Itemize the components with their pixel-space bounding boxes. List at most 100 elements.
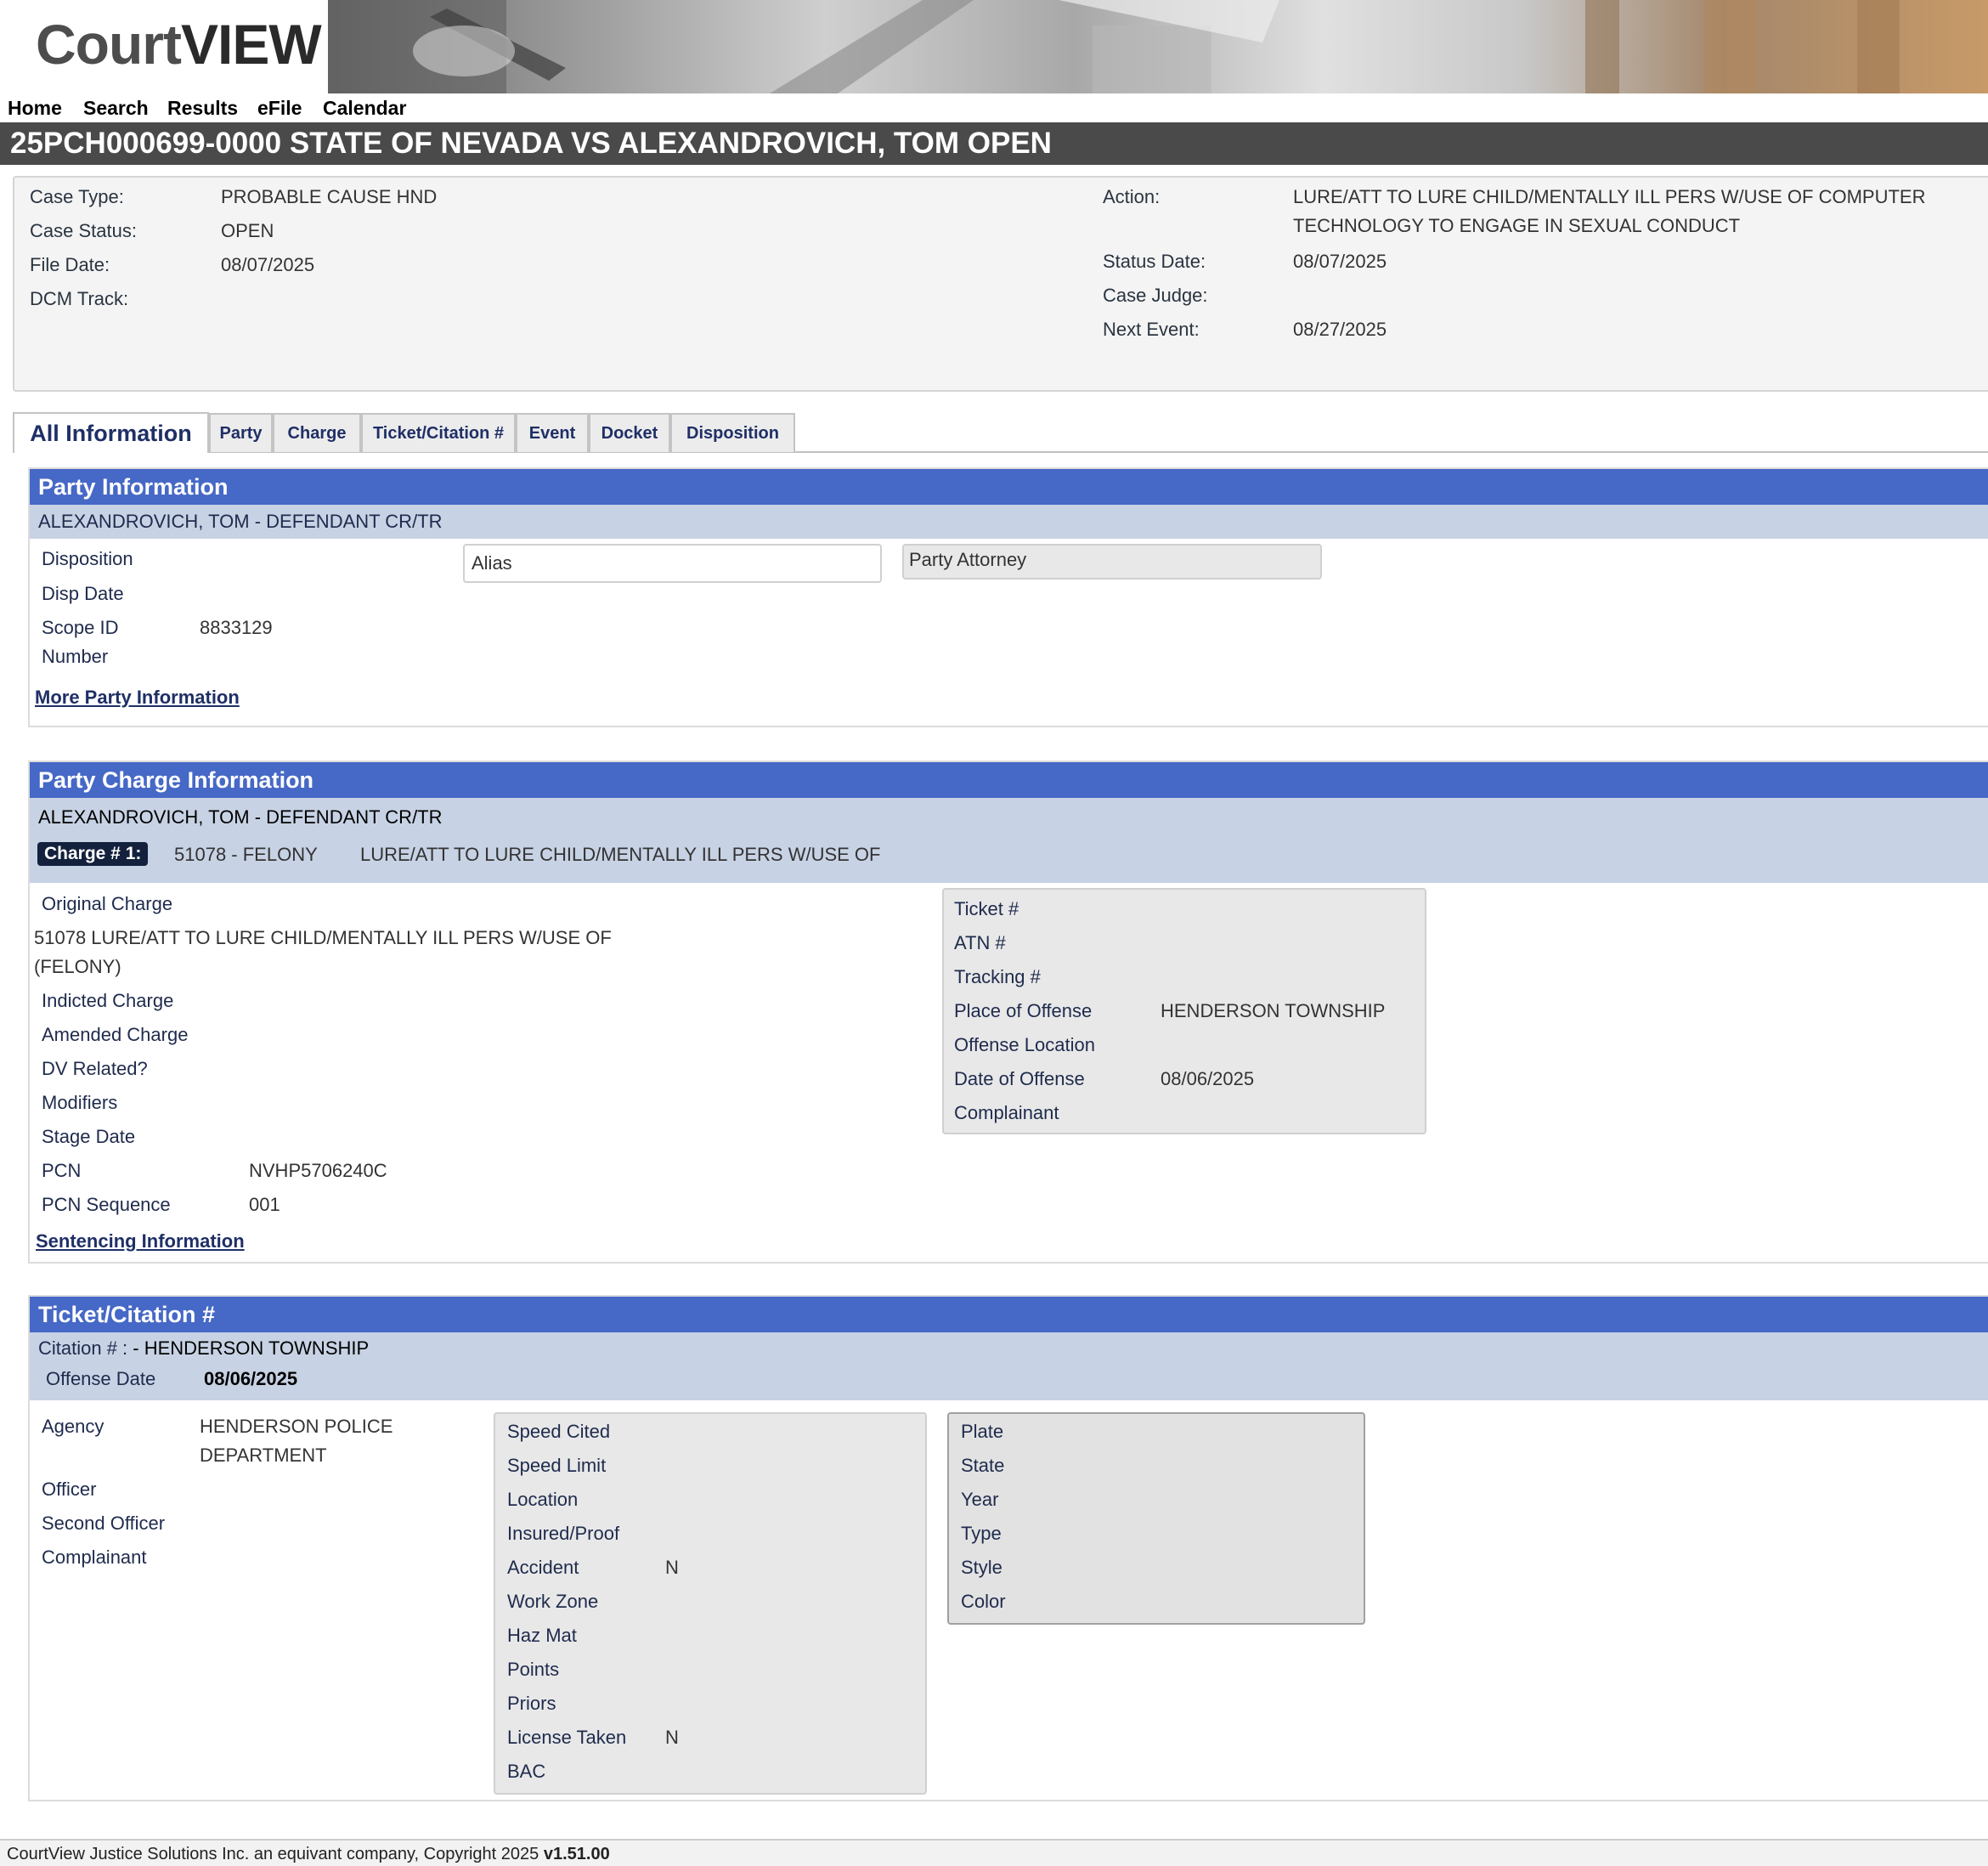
main-nav: Home Search Results eFile Calendar (0, 93, 1988, 122)
agency-label: Agency (42, 1416, 104, 1437)
alias-label: Alias (472, 552, 512, 574)
case-title: 25PCH000699-0000 STATE OF NEVADA VS ALEX… (10, 127, 1052, 160)
insured-proof-label: Insured/Proof (507, 1523, 620, 1544)
tab-ticket-citation[interactable]: Ticket/Citation # (361, 413, 516, 452)
place-of-offense-label: Place of Offense (954, 1000, 1093, 1021)
citation-place: - HENDERSON TOWNSHIP (133, 1337, 370, 1359)
footer-copyright: CourtView Justice Solutions Inc. an equi… (7, 1845, 610, 1864)
case-summary: Case Type: PROBABLE CAUSE HND Case Statu… (13, 176, 1988, 392)
complainant-label: Complainant (42, 1547, 147, 1568)
disposition-label: Disposition (42, 548, 133, 569)
more-party-information-link[interactable]: More Party Information (35, 687, 240, 709)
amended-charge-label: Amended Charge (42, 1024, 189, 1045)
action-value-line2: TECHNOLOGY TO ENGAGE IN SEXUAL CONDUCT (1293, 215, 1741, 236)
nav-calendar[interactable]: Calendar (323, 97, 406, 120)
party-attorney-label: Party Attorney (909, 549, 1027, 570)
original-charge-value-line1: 51078 LURE/ATT TO LURE CHILD/MENTALLY IL… (34, 927, 612, 948)
section-heading: Party Information (30, 469, 1988, 505)
charge-code: 51078 - FELONY (174, 844, 318, 865)
nav-efile[interactable]: eFile (257, 97, 302, 120)
date-of-offense-label: Date of Offense (954, 1068, 1085, 1089)
logo-container: CourtVIEW (0, 0, 328, 93)
indicted-charge-label: Indicted Charge (42, 990, 174, 1011)
citation-number-line: Citation # : - HENDERSON TOWNSHIP (38, 1337, 369, 1360)
offense-details-panel: Ticket # ATN # Tracking # Place of Offen… (942, 888, 1426, 1134)
status-date-label: Status Date: (1103, 251, 1206, 272)
footer-version: v1.51.00 (543, 1845, 610, 1863)
date-of-offense-value: 08/06/2025 (1161, 1068, 1255, 1089)
disp-date-label: Disp Date (42, 583, 124, 604)
offense-date-label: Offense Date (46, 1368, 156, 1389)
party-name: ALEXANDROVICH, TOM (38, 511, 250, 532)
next-event-label: Next Event: (1103, 319, 1200, 340)
stage-date-label: Stage Date (42, 1126, 136, 1147)
case-title-bar: 25PCH000699-0000 STATE OF NEVADA VS ALEX… (0, 122, 1988, 165)
license-taken-label: License Taken (507, 1727, 627, 1748)
atn-label: ATN # (954, 932, 1006, 953)
scope-id-label-2: Number (42, 646, 109, 667)
original-charge-label: Original Charge (42, 893, 173, 914)
charge-party-name-role: ALEXANDROVICH, TOM - DEFENDANT CR/TR (38, 806, 443, 828)
file-date-value: 08/07/2025 (221, 254, 315, 275)
nav-home[interactable]: Home (8, 97, 62, 120)
vehicle-details-panel: Plate State Year Type Style Color (947, 1412, 1365, 1625)
tab-party[interactable]: Party (209, 413, 273, 452)
officer-label: Officer (42, 1479, 97, 1500)
accident-value: N (665, 1557, 679, 1578)
header: CourtVIEW (0, 0, 1988, 93)
status-date-value: 08/07/2025 (1293, 251, 1387, 272)
tab-all-information[interactable]: All Information (13, 412, 209, 453)
next-event-value: 08/27/2025 (1293, 319, 1387, 340)
ticket-citation-section: Ticket/Citation # Citation # : - HENDERS… (28, 1295, 1988, 1801)
citation-number-label: Citation # : (38, 1337, 133, 1359)
tab-event[interactable]: Event (516, 413, 589, 452)
work-zone-label: Work Zone (507, 1591, 599, 1612)
sentencing-information-link[interactable]: Sentencing Information (36, 1230, 245, 1252)
header-banner-image (328, 0, 1988, 93)
speed-cited-label: Speed Cited (507, 1421, 611, 1442)
location-label: Location (507, 1489, 579, 1510)
footer: CourtView Justice Solutions Inc. an equi… (0, 1839, 1988, 1866)
action-value-line1: LURE/ATT TO LURE CHILD/MENTALLY ILL PERS… (1293, 186, 1926, 207)
style-label: Style (961, 1557, 1002, 1578)
state-label: State (961, 1455, 1005, 1476)
violation-details-panel: Speed Cited Speed Limit Location Insured… (494, 1412, 927, 1795)
citation-subheader: Citation # : - HENDERSON TOWNSHIP Offens… (30, 1332, 1988, 1400)
pcn-sequence-value: 001 (249, 1194, 280, 1215)
case-judge-label: Case Judge: (1103, 285, 1208, 306)
case-tabs: All Information Party Charge Ticket/Cita… (13, 412, 1988, 453)
party-charge-section: Party Charge Information ALEXANDROVICH, … (28, 761, 1988, 1264)
party-role: - DEFENDANT CR/TR (249, 511, 443, 532)
nav-results[interactable]: Results (167, 97, 238, 120)
section-heading: Ticket/Citation # (30, 1297, 1988, 1332)
place-of-offense-value: HENDERSON TOWNSHIP (1161, 1000, 1386, 1021)
dv-related-label: DV Related? (42, 1058, 148, 1079)
agency-value-line2: DEPARTMENT (200, 1445, 327, 1466)
party-role: - DEFENDANT CR/TR (249, 806, 443, 828)
party-name-role: ALEXANDROVICH, TOM - DEFENDANT CR/TR (38, 511, 443, 533)
case-status-label: Case Status: (30, 220, 137, 241)
nav-search[interactable]: Search (83, 97, 149, 120)
party-attorney-box: Party Attorney (902, 544, 1322, 580)
bac-label: BAC (507, 1761, 546, 1782)
case-type-value: PROBABLE CAUSE HND (221, 186, 438, 207)
haz-mat-label: Haz Mat (507, 1625, 577, 1646)
ticket-number-label: Ticket # (954, 898, 1019, 919)
pcn-value: NVHP5706240C (249, 1160, 387, 1181)
party-name: ALEXANDROVICH, TOM (38, 806, 250, 828)
tracking-number-label: Tracking # (954, 966, 1041, 987)
charge-number-badge: Charge # 1: (37, 842, 149, 866)
priors-label: Priors (507, 1693, 556, 1714)
section-heading: Party Charge Information (30, 762, 1988, 798)
agency-value-line1: HENDERSON POLICE (200, 1416, 393, 1437)
tab-docket[interactable]: Docket (589, 413, 670, 452)
case-type-label: Case Type: (30, 186, 124, 207)
tab-charge[interactable]: Charge (273, 413, 361, 452)
courtview-logo[interactable]: CourtVIEW (36, 12, 322, 76)
charge-description: LURE/ATT TO LURE CHILD/MENTALLY ILL PERS… (360, 844, 881, 865)
accident-label: Accident (507, 1557, 579, 1578)
logo-text-court: Court (36, 13, 182, 76)
tab-disposition[interactable]: Disposition (670, 413, 795, 452)
second-officer-label: Second Officer (42, 1513, 166, 1534)
pcn-sequence-label: PCN Sequence (42, 1194, 171, 1215)
